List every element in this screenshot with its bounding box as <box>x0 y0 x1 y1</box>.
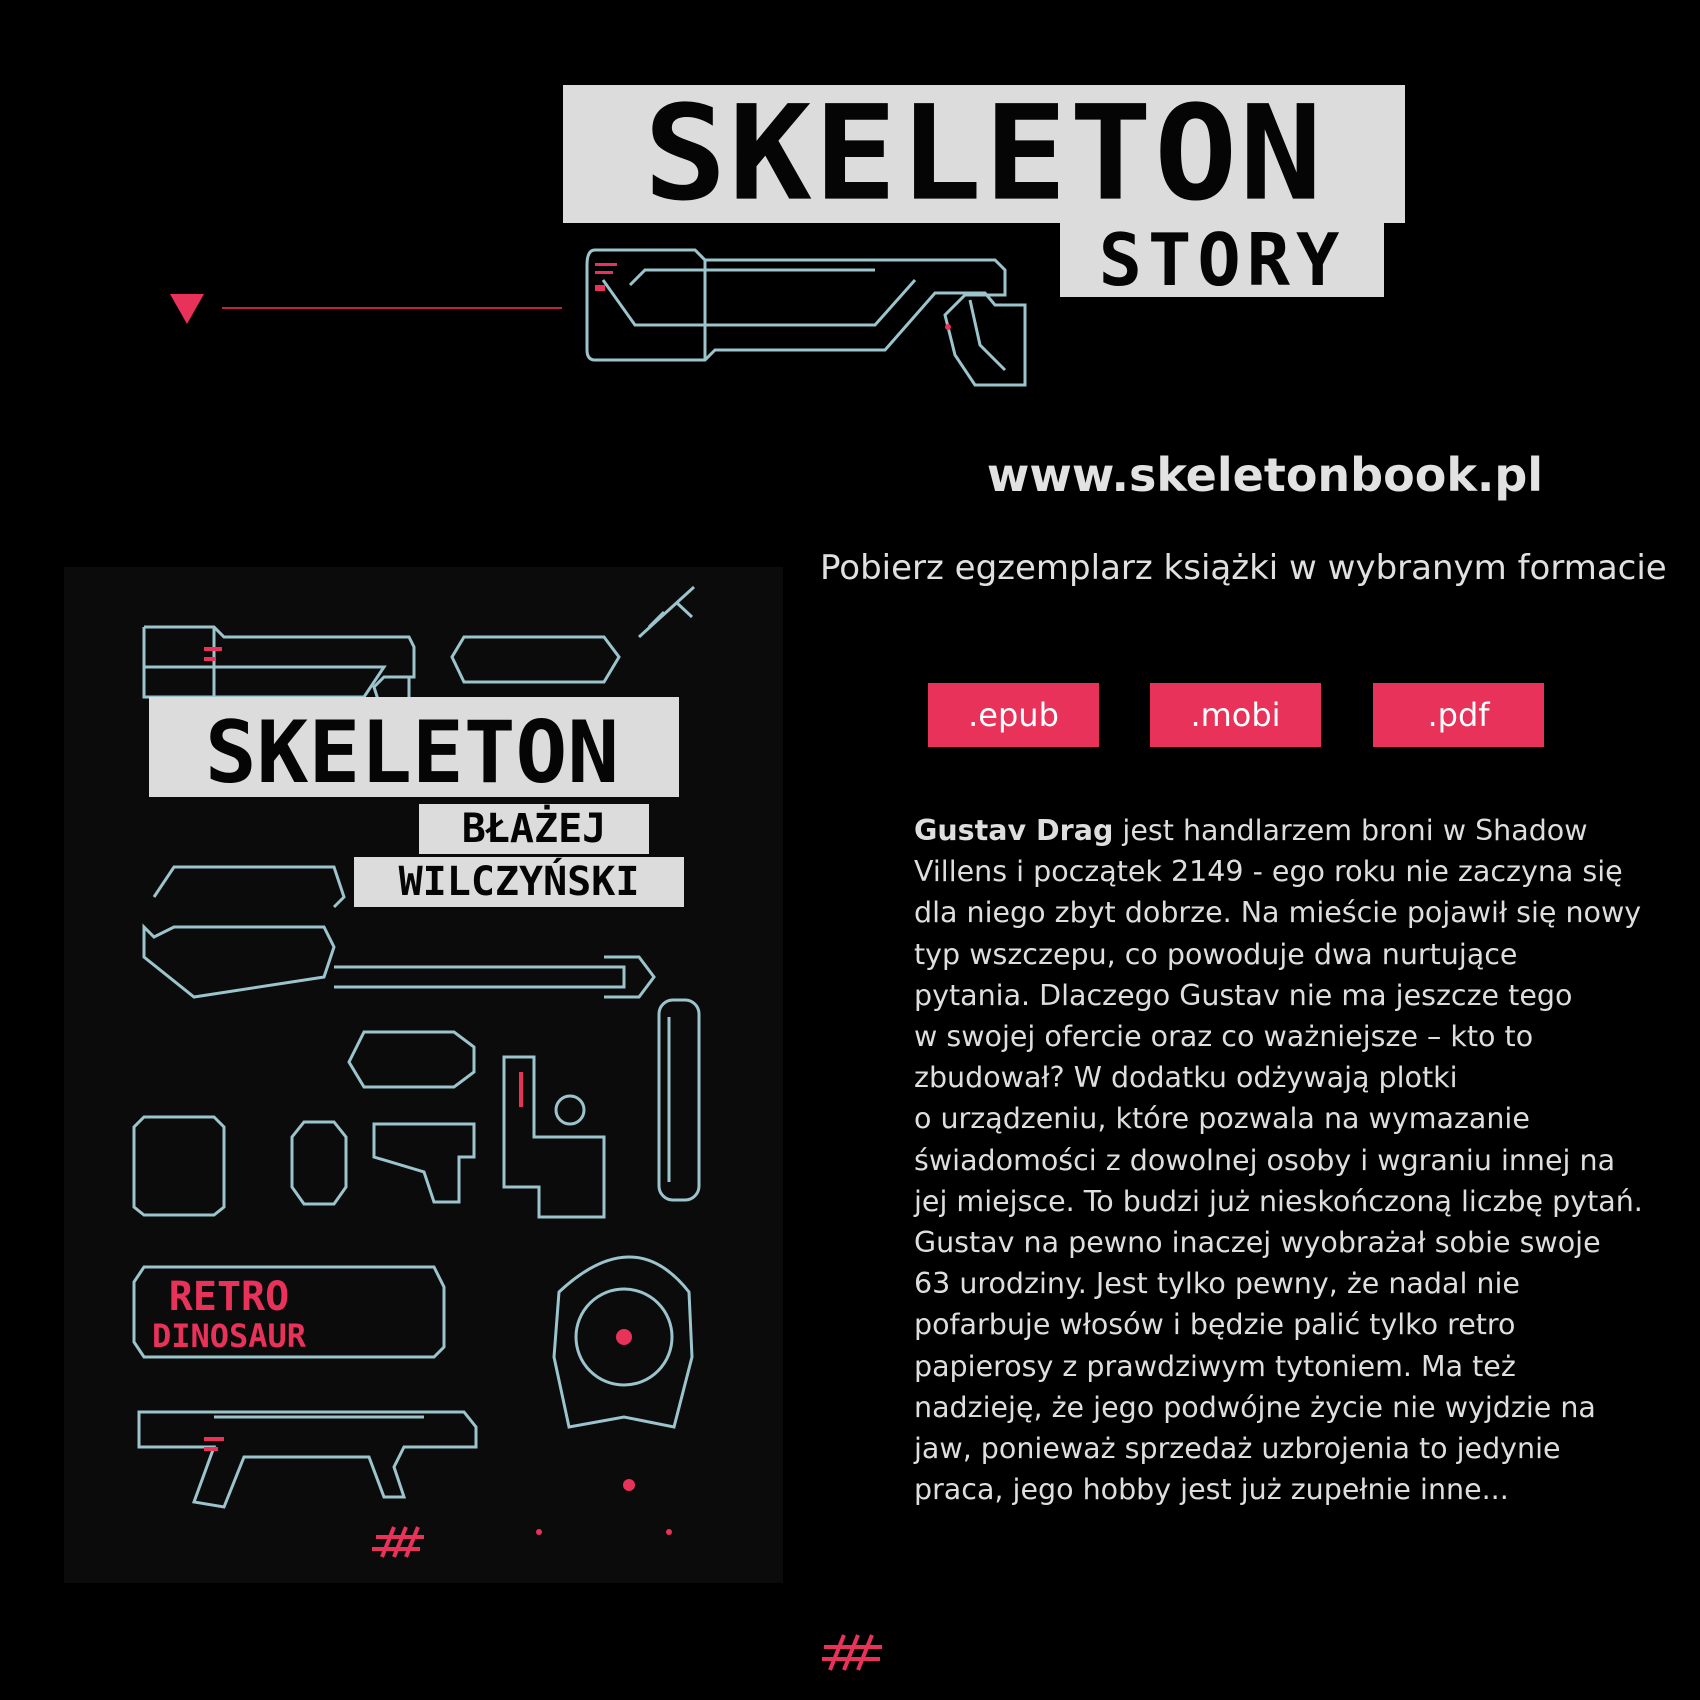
logo-subtitle: STORY <box>1098 218 1346 302</box>
rifle-icon <box>585 248 1027 387</box>
cover-badge-line2: DINOSAUR <box>152 1317 307 1355</box>
character-name: Gustav Drag <box>914 814 1114 847</box>
description-line: świadomości z dowolnej osoby i wgraniu i… <box>914 1143 1616 1177</box>
description-line: Villens i początek 2149 - ego roku nie z… <box>914 855 1623 889</box>
description-line: jaw, ponieważ sprzedaż uzbrojenia to jed… <box>914 1432 1561 1466</box>
description-line: nadzieję, że jego podwójne życie nie wyj… <box>914 1390 1596 1424</box>
description-line: praca, jego hobby jest już zupełnie inne… <box>914 1473 1509 1507</box>
down-triangle-icon <box>170 294 204 324</box>
book-cover: SKELETON BŁAŻEJ WILCZYŃSKI RETRO DINOSAU… <box>64 567 783 1583</box>
description-line: Gustav Drag jest handlarzem broni w Shad… <box>914 810 1674 851</box>
description-line: jej miejsce. To budzi już nieskończoną l… <box>914 1184 1643 1218</box>
divider-line <box>222 307 562 309</box>
description-line: o urządzeniu, które pozwala na wymazanie <box>914 1102 1530 1136</box>
description-line: zbudował? W dodatku odżywają plotki <box>914 1061 1458 1095</box>
cover-badge-line1: RETRO <box>169 1274 289 1320</box>
description-line: papierosy z prawdziwym tytoniem. Ma też <box>914 1349 1516 1383</box>
description-line: typ wszczepu, co powoduje dwa nurtujące <box>914 937 1518 971</box>
description-line: pofarbuje włosów i będzie palić tylko re… <box>914 1308 1516 1342</box>
cover-illustration: SKELETON BŁAŻEJ WILCZYŃSKI RETRO DINOSAU… <box>132 585 701 1558</box>
description-line: 63 urodziny. Jest tylko pewny, że nadal … <box>914 1267 1520 1301</box>
description-line: pytania. Dlaczego Gustav nie ma jeszcze … <box>914 978 1573 1012</box>
description-line: w swojej ofercie oraz co ważniejsze – kt… <box>914 1020 1534 1054</box>
description-line: Gustav na pewno inaczej wyobrażał sobie … <box>914 1226 1601 1260</box>
description-line: dla niego zbyt dobrze. Na mieście pojawi… <box>914 896 1642 930</box>
download-pdf-button[interactable]: .pdf <box>1373 683 1544 747</box>
download-mobi-button[interactable]: .mobi <box>1150 683 1321 747</box>
cover-author-first: BŁAŻEJ <box>462 804 607 852</box>
hash-mark-icon <box>372 1526 424 1558</box>
logo-subtitle-box: STORY <box>1060 223 1384 297</box>
download-epub-button[interactable]: .epub <box>928 683 1099 747</box>
download-tagline: Pobierz egzemplarz książki w wybranym fo… <box>820 548 1667 588</box>
website-url[interactable]: www.skeletonbook.pl <box>985 448 1545 502</box>
hash-mark-icon <box>822 1634 882 1671</box>
cover-title: SKELETON <box>205 703 619 803</box>
logo-title-box: SKELETON <box>563 85 1405 223</box>
description-line-text: jest handlarzem broni w Shadow <box>1113 814 1588 847</box>
cover-author-last: WILCZYŃSKI <box>399 857 640 905</box>
logo-title: SKELETON <box>643 77 1325 230</box>
book-description: Gustav Drag jest handlarzem broni w Shad… <box>914 810 1674 1510</box>
